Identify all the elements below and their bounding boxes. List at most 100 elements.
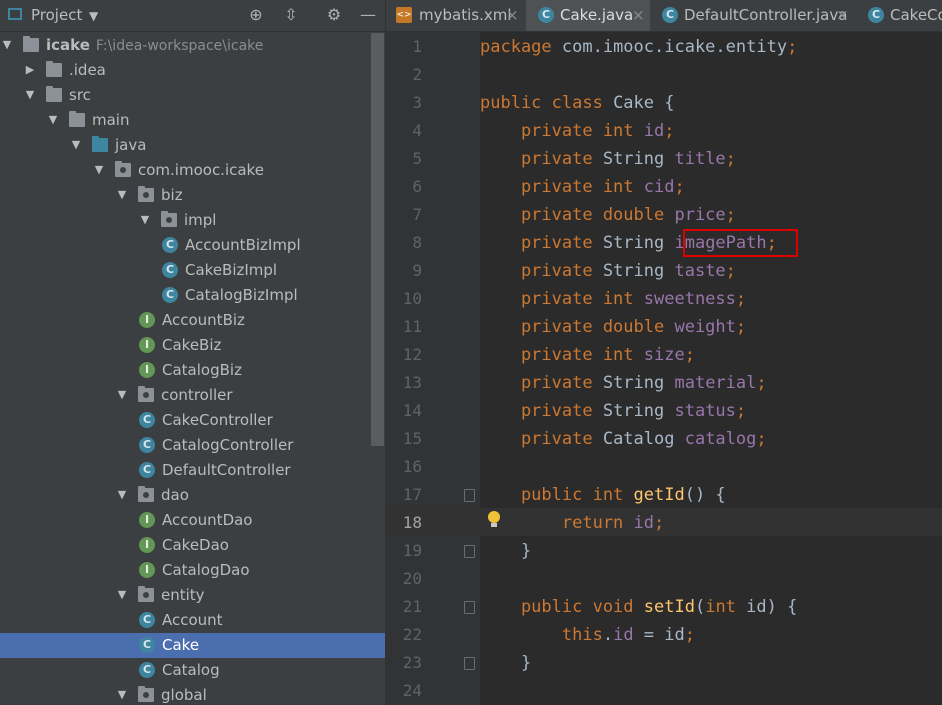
code-line[interactable]: } (480, 537, 531, 565)
chevron-down-icon[interactable]: ▼ (47, 111, 59, 129)
chevron-down-icon[interactable]: ▼ (116, 486, 128, 504)
line-number[interactable]: 18 (386, 509, 422, 537)
tree-item-global[interactable]: ▼ global (0, 683, 385, 705)
code-line[interactable]: private Catalog catalog; (480, 425, 767, 453)
close-icon[interactable]: × (506, 6, 519, 24)
project-tree-scrollbar[interactable] (371, 33, 384, 446)
line-number[interactable]: 10 (386, 285, 422, 313)
tab-mybatis-xml[interactable]: <> mybatis.xml × (386, 0, 526, 31)
code-line[interactable]: public void setId(int id) { (480, 593, 797, 621)
close-icon[interactable]: × (836, 6, 849, 24)
project-view-icon[interactable] (8, 8, 22, 20)
line-number[interactable]: 7 (386, 201, 422, 229)
tree-item-catalogbiz[interactable]: I CatalogBiz (0, 358, 385, 383)
project-view-title[interactable]: Project (31, 6, 82, 24)
tree-item-impl[interactable]: ▼ impl (0, 208, 385, 233)
lightbulb-icon[interactable] (487, 510, 501, 530)
hide-panel-icon[interactable]: — (358, 5, 378, 25)
collapse-all-icon[interactable]: ⇳ (281, 5, 301, 25)
code-line[interactable]: return id; (480, 509, 664, 537)
tree-item--idea[interactable]: ▶ .idea (0, 58, 385, 83)
tree-item-cakecontroller[interactable]: C CakeController (0, 408, 385, 433)
tab-cakecontroller[interactable]: C CakeCo (856, 0, 942, 31)
line-number[interactable]: 1 (386, 33, 422, 61)
gear-icon[interactable]: ⚙ (324, 5, 344, 25)
chevron-down-icon[interactable]: ▼ (93, 161, 105, 179)
tree-item-entity[interactable]: ▼ entity (0, 583, 385, 608)
tree-item-defaultcontroller[interactable]: C DefaultController (0, 458, 385, 483)
chevron-down-icon[interactable]: ▼ (116, 386, 128, 404)
tree-item-catalogbizimpl[interactable]: C CatalogBizImpl (0, 283, 385, 308)
fold-marker-icon[interactable] (464, 489, 475, 502)
locate-target-icon[interactable]: ⊕ (246, 5, 266, 25)
tab-cake-java[interactable]: C Cake.java × (526, 0, 650, 31)
code-line[interactable]: private double price; (480, 201, 736, 229)
tree-item-accountbizimpl[interactable]: C AccountBizImpl (0, 233, 385, 258)
line-number[interactable]: 17 (386, 481, 422, 509)
code-line[interactable]: private int size; (480, 341, 695, 369)
fold-marker-icon[interactable] (464, 657, 475, 670)
chevron-down-icon[interactable]: ▼ (116, 186, 128, 204)
chevron-down-icon[interactable]: ▼ (24, 86, 36, 104)
tree-item-controller[interactable]: ▼ controller (0, 383, 385, 408)
tree-item-cakedao[interactable]: I CakeDao (0, 533, 385, 558)
line-number[interactable]: 20 (386, 565, 422, 593)
tree-item-src[interactable]: ▼ src (0, 83, 385, 108)
line-number[interactable]: 4 (386, 117, 422, 145)
code-line[interactable]: private String taste; (480, 257, 736, 285)
code-line[interactable]: private String material; (480, 369, 767, 397)
tree-item-catalogcontroller[interactable]: C CatalogController (0, 433, 385, 458)
line-number[interactable]: 19 (386, 537, 422, 565)
tree-item-cakebiz[interactable]: I CakeBiz (0, 333, 385, 358)
chevron-down-icon[interactable]: ▼ (89, 9, 98, 23)
line-number[interactable]: 2 (386, 61, 422, 89)
code-line[interactable]: private String status; (480, 397, 746, 425)
line-number[interactable]: 21 (386, 593, 422, 621)
line-number[interactable]: 15 (386, 425, 422, 453)
line-number[interactable]: 12 (386, 341, 422, 369)
code-line[interactable]: private String title; (480, 145, 736, 173)
tree-item-com-imooc-icake[interactable]: ▼ com.imooc.icake (0, 158, 385, 183)
chevron-down-icon[interactable]: ▼ (70, 136, 82, 154)
code-line[interactable]: private int id; (480, 117, 675, 145)
tree-item-catalog[interactable]: C Catalog (0, 658, 385, 683)
close-icon[interactable]: × (632, 6, 645, 24)
code-line[interactable]: public int getId() { (480, 481, 726, 509)
code-line[interactable]: this.id = id; (480, 621, 695, 649)
tree-item-cakebizimpl[interactable]: C CakeBizImpl (0, 258, 385, 283)
line-number[interactable]: 22 (386, 621, 422, 649)
tree-item-account[interactable]: C Account (0, 608, 385, 633)
code-line[interactable]: package com.imooc.icake.entity; (480, 33, 797, 61)
tree-item-accountdao[interactable]: I AccountDao (0, 508, 385, 533)
line-number[interactable]: 5 (386, 145, 422, 173)
line-number[interactable]: 14 (386, 397, 422, 425)
line-number[interactable]: 24 (386, 677, 422, 705)
fold-marker-icon[interactable] (464, 545, 475, 558)
line-number[interactable]: 6 (386, 173, 422, 201)
code-line[interactable]: public class Cake { (480, 89, 674, 117)
code-line[interactable]: } (480, 649, 531, 677)
line-number[interactable]: 8 (386, 229, 422, 257)
line-number[interactable]: 3 (386, 89, 422, 117)
tree-item-icake[interactable]: ▼ icake F:\idea-workspace\icake (0, 33, 385, 58)
tree-item-java[interactable]: ▼ java (0, 133, 385, 158)
line-number[interactable]: 11 (386, 313, 422, 341)
line-number[interactable]: 13 (386, 369, 422, 397)
tree-item-catalogdao[interactable]: I CatalogDao (0, 558, 385, 583)
tree-item-main[interactable]: ▼ main (0, 108, 385, 133)
tree-item-accountbiz[interactable]: I AccountBiz (0, 308, 385, 333)
chevron-down-icon[interactable]: ▼ (116, 586, 128, 604)
tree-item-cake[interactable]: C Cake (0, 633, 385, 658)
line-number[interactable]: 23 (386, 649, 422, 677)
chevron-right-icon[interactable]: ▶ (24, 61, 36, 79)
fold-marker-icon[interactable] (464, 601, 475, 614)
chevron-down-icon[interactable]: ▼ (116, 686, 128, 704)
tab-defaultcontroller-java[interactable]: C DefaultController.java × (650, 0, 856, 31)
tree-item-biz[interactable]: ▼ biz (0, 183, 385, 208)
tree-item-dao[interactable]: ▼ dao (0, 483, 385, 508)
line-number[interactable]: 9 (386, 257, 422, 285)
code-line[interactable]: private int cid; (480, 173, 685, 201)
chevron-down-icon[interactable]: ▼ (139, 211, 151, 229)
chevron-down-icon[interactable]: ▼ (1, 36, 13, 54)
line-number[interactable]: 16 (386, 453, 422, 481)
